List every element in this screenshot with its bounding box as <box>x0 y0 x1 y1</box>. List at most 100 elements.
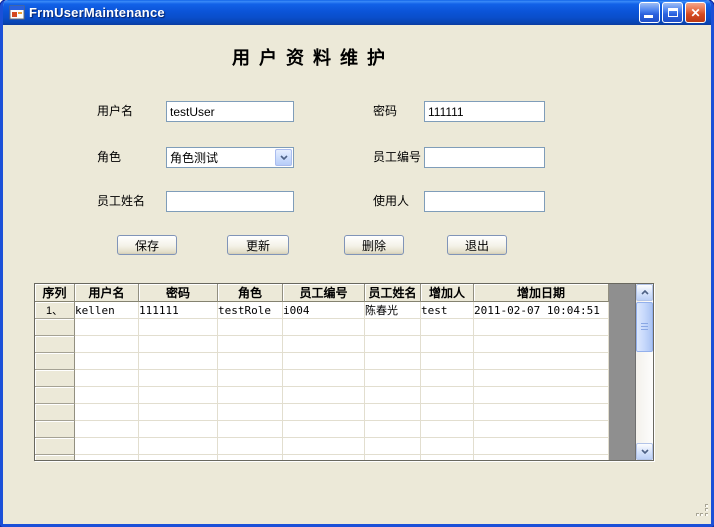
close-button[interactable]: ✕ <box>685 2 706 23</box>
grid-row-header-cell[interactable] <box>35 455 75 461</box>
grid-cell[interactable] <box>421 438 474 455</box>
grid-cell[interactable] <box>139 455 218 461</box>
grid-cell[interactable] <box>139 370 218 387</box>
save-button[interactable]: 保存 <box>117 235 177 255</box>
grid-cell[interactable] <box>139 319 218 336</box>
grid-cell[interactable]: kellen <box>75 302 139 319</box>
user-person-input[interactable] <box>424 191 545 212</box>
grid-cell[interactable] <box>283 370 365 387</box>
grid-cell[interactable] <box>474 353 609 370</box>
grid-cell[interactable] <box>139 438 218 455</box>
grid-cell[interactable] <box>421 319 474 336</box>
grid-cell[interactable] <box>421 353 474 370</box>
grid-cell[interactable] <box>218 387 283 404</box>
grid-cell[interactable] <box>474 404 609 421</box>
grid-cell[interactable] <box>218 404 283 421</box>
delete-button[interactable]: 删除 <box>344 235 404 255</box>
grid-row-header-cell[interactable] <box>35 387 75 404</box>
grid-cell[interactable] <box>139 336 218 353</box>
grid-cell[interactable] <box>365 319 421 336</box>
grid-cell[interactable] <box>139 387 218 404</box>
grid-column-header[interactable]: 序列 <box>35 284 75 302</box>
minimize-button[interactable] <box>639 2 660 23</box>
grid-cell[interactable] <box>139 353 218 370</box>
scrollbar-track[interactable] <box>636 301 653 443</box>
grid-cell[interactable] <box>365 455 421 461</box>
grid-cell[interactable] <box>474 319 609 336</box>
grid-cell[interactable] <box>75 421 139 438</box>
grid-cell[interactable] <box>283 387 365 404</box>
grid-cell[interactable]: 111111 <box>139 302 218 319</box>
grid-cell[interactable] <box>365 421 421 438</box>
grid-cell[interactable] <box>75 336 139 353</box>
grid-cell[interactable]: 陈春光 <box>365 302 421 319</box>
grid-cell[interactable] <box>75 370 139 387</box>
grid-cell[interactable] <box>474 387 609 404</box>
grid-cell[interactable] <box>474 336 609 353</box>
scroll-up-button[interactable] <box>636 284 653 301</box>
grid-column-header[interactable]: 员工姓名 <box>365 284 421 302</box>
grid-cell[interactable]: testRole <box>218 302 283 319</box>
grid-cell[interactable] <box>365 353 421 370</box>
grid-cell[interactable] <box>75 319 139 336</box>
grid-cell[interactable] <box>218 370 283 387</box>
grid-cell[interactable] <box>75 404 139 421</box>
grid-row-header-cell[interactable]: 1、 <box>35 302 75 319</box>
grid-cell[interactable] <box>283 336 365 353</box>
grid-cell[interactable] <box>365 404 421 421</box>
password-input[interactable] <box>424 101 545 122</box>
grid-cell[interactable] <box>218 438 283 455</box>
grid-cell[interactable] <box>139 404 218 421</box>
grid-cell[interactable] <box>75 438 139 455</box>
grid-cell[interactable] <box>474 438 609 455</box>
employee-name-input[interactable] <box>166 191 294 212</box>
grid-column-header[interactable]: 增加日期 <box>474 284 609 302</box>
grid-cell[interactable] <box>218 421 283 438</box>
grid-cell[interactable]: test <box>421 302 474 319</box>
grid-cell[interactable] <box>283 319 365 336</box>
grid-cell[interactable] <box>474 455 609 461</box>
grid-cell[interactable]: i004 <box>283 302 365 319</box>
grid-cell[interactable] <box>218 353 283 370</box>
employee-no-input[interactable] <box>424 147 545 168</box>
grid-column-header[interactable]: 员工编号 <box>283 284 365 302</box>
update-button[interactable]: 更新 <box>227 235 289 255</box>
role-combobox[interactable]: 角色测试 <box>166 147 294 168</box>
grid-cell[interactable] <box>75 353 139 370</box>
grid-cell[interactable] <box>283 404 365 421</box>
grid-cell[interactable] <box>421 404 474 421</box>
scroll-down-button[interactable] <box>636 443 653 460</box>
grid-cell[interactable] <box>218 319 283 336</box>
exit-button[interactable]: 退出 <box>447 235 507 255</box>
grid-cell[interactable] <box>283 455 365 461</box>
grid-row-header-cell[interactable] <box>35 404 75 421</box>
resize-grip-icon[interactable] <box>696 504 709 522</box>
grid-row-header-cell[interactable] <box>35 421 75 438</box>
grid-column-header[interactable]: 密码 <box>139 284 218 302</box>
grid-row-header-cell[interactable] <box>35 319 75 336</box>
grid-cell[interactable] <box>365 370 421 387</box>
grid-cell[interactable] <box>283 438 365 455</box>
grid-cell[interactable] <box>139 421 218 438</box>
grid-cell[interactable] <box>421 421 474 438</box>
grid-cell[interactable] <box>283 353 365 370</box>
grid-cell[interactable] <box>421 336 474 353</box>
grid-cell[interactable] <box>421 387 474 404</box>
grid-cell[interactable] <box>474 370 609 387</box>
grid-cell[interactable] <box>218 336 283 353</box>
grid-cell[interactable] <box>75 387 139 404</box>
chevron-down-icon[interactable] <box>275 149 292 166</box>
grid-cell[interactable] <box>75 455 139 461</box>
grid-cell[interactable] <box>365 336 421 353</box>
maximize-button[interactable] <box>662 2 683 23</box>
grid-column-header[interactable]: 角色 <box>218 284 283 302</box>
grid-row-header-cell[interactable] <box>35 336 75 353</box>
grid-row-header-cell[interactable] <box>35 438 75 455</box>
grid-column-header[interactable]: 增加人 <box>421 284 474 302</box>
grid-cell[interactable] <box>283 421 365 438</box>
scrollbar-thumb[interactable] <box>636 302 653 352</box>
username-input[interactable] <box>166 101 294 122</box>
grid-cell[interactable] <box>421 370 474 387</box>
grid-row-header-cell[interactable] <box>35 370 75 387</box>
grid-row-header-cell[interactable] <box>35 353 75 370</box>
